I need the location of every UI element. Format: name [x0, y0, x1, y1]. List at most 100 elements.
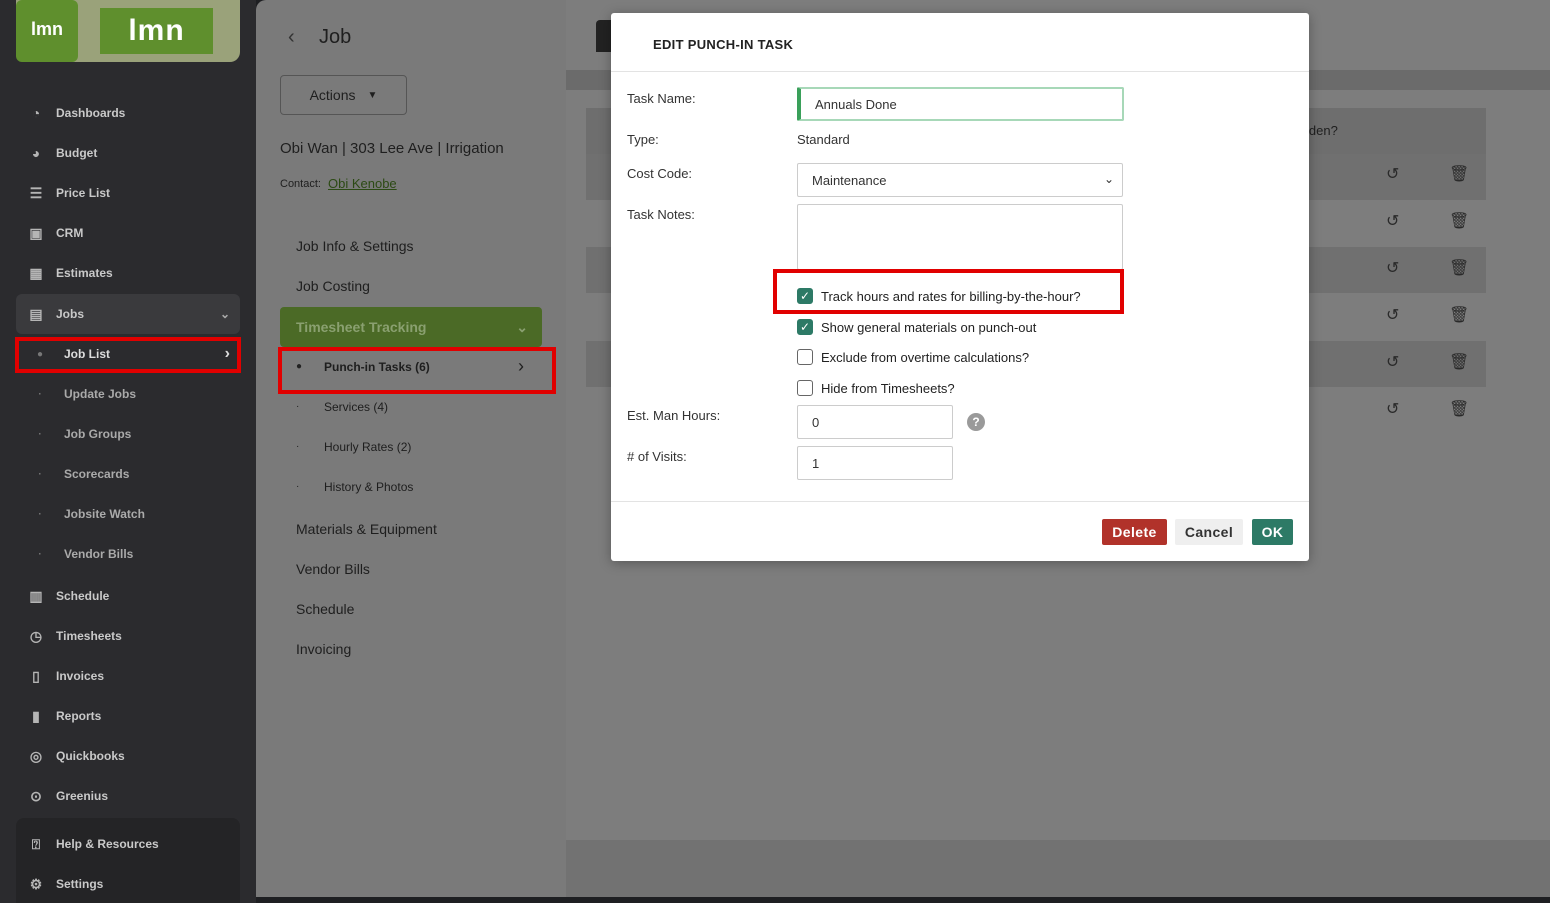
link-services[interactable]: Services (4) — [324, 400, 388, 414]
nav-label: Help & Resources — [56, 837, 159, 851]
task-name-input[interactable]: Annuals Done — [797, 87, 1124, 121]
help-question-icon[interactable]: ? — [967, 413, 985, 431]
bullet-icon: · — [296, 401, 300, 412]
nav-update-jobs[interactable]: · Update Jobs — [16, 375, 240, 413]
nav-label: Schedule — [56, 589, 110, 603]
cost-code-select[interactable]: Maintenance ⌄ — [797, 163, 1123, 197]
link-history-photos[interactable]: History & Photos — [324, 480, 413, 494]
highlight-box — [278, 347, 556, 394]
gear-icon: ⚙ — [29, 875, 43, 892]
contact-link[interactable]: Obi Kenobe — [328, 176, 397, 191]
type-label: Type: — [627, 132, 659, 147]
trash-icon[interactable]: 🗑 — [1449, 399, 1469, 419]
trash-icon[interactable]: 🗑 — [1449, 211, 1469, 231]
clock-icon: ◷ — [29, 627, 43, 644]
nav-invoices[interactable]: ▯ Invoices — [16, 656, 240, 696]
checkbox-unchecked-icon[interactable] — [797, 349, 813, 365]
nav-budget[interactable]: ◕ Budget — [16, 133, 240, 173]
nav-jobsite-watch[interactable]: · Jobsite Watch — [16, 495, 240, 533]
hide-timesheets-checkbox-row[interactable]: Hide from Timesheets? — [797, 380, 955, 396]
nav-help-resources[interactable]: ⍰ Help & Resources — [16, 824, 240, 864]
bullet-icon: · — [38, 508, 42, 520]
nav-dashboards[interactable]: ◔ Dashboards — [16, 93, 240, 133]
jobs-icon: ▤ — [29, 305, 43, 322]
history-icon[interactable]: ↺ — [1386, 352, 1399, 372]
nav-label: Scorecards — [64, 467, 130, 481]
history-icon[interactable]: ↺ — [1386, 211, 1399, 231]
nav-reports[interactable]: ▮ Reports — [16, 696, 240, 736]
chevron-down-icon: ⌄ — [219, 307, 230, 321]
link-vendor-bills[interactable]: Vendor Bills — [296, 561, 370, 577]
task-notes-textarea[interactable] — [797, 204, 1123, 270]
nav-estimates[interactable]: ▦ Estimates — [16, 253, 240, 293]
lmn-logo-small[interactable]: lmn — [16, 0, 78, 62]
trash-icon[interactable]: 🗑 — [1449, 352, 1469, 372]
quickbooks-icon: ◎ — [29, 747, 43, 764]
calculator-icon: ▦ — [29, 264, 43, 281]
nav-job-groups[interactable]: · Job Groups — [16, 415, 240, 453]
nav-quickbooks[interactable]: ◎ Quickbooks — [16, 736, 240, 776]
left-navigation: lmn lmn ◔ Dashboards ◕ Budget ☰ Price Li… — [0, 0, 256, 903]
checkbox-unchecked-icon[interactable] — [797, 380, 813, 396]
history-icon[interactable]: ↺ — [1386, 399, 1399, 419]
nav-jobs[interactable]: ▤ Jobs ⌄ — [16, 294, 240, 334]
history-icon[interactable]: ↺ — [1386, 258, 1399, 278]
nav-label: Price List — [56, 186, 111, 200]
nav-label: Jobsite Watch — [64, 507, 145, 521]
nav-vendor-bills[interactable]: · Vendor Bills — [16, 535, 240, 573]
nav-label: Job Groups — [64, 427, 132, 441]
nav-settings[interactable]: ⚙ Settings — [16, 864, 240, 903]
visits-input[interactable]: 1 — [797, 446, 953, 480]
actions-button[interactable]: Actions ▼ — [280, 75, 407, 115]
timesheet-tracking-section[interactable]: Timesheet Tracking ⌄ — [280, 307, 542, 347]
exclude-overtime-checkbox-row[interactable]: Exclude from overtime calculations? — [797, 349, 1029, 365]
cancel-button[interactable]: Cancel — [1175, 519, 1243, 545]
lmn-logo-large[interactable]: lmn — [100, 8, 213, 54]
link-schedule[interactable]: Schedule — [296, 601, 354, 617]
calendar-icon: ▥ — [29, 587, 43, 604]
background-footer — [566, 840, 1550, 897]
bullet-icon: · — [296, 481, 300, 492]
nav-timesheets[interactable]: ◷ Timesheets — [16, 616, 240, 656]
checkbox-label: Show general materials on punch-out — [821, 319, 1037, 335]
ok-button[interactable]: OK — [1252, 519, 1293, 545]
trash-icon[interactable]: 🗑 — [1449, 305, 1469, 325]
nav-price-list[interactable]: ☰ Price List — [16, 173, 240, 213]
history-icon[interactable]: ↺ — [1386, 305, 1399, 325]
link-job-costing[interactable]: Job Costing — [296, 278, 370, 294]
show-materials-checkbox-row[interactable]: ✓ Show general materials on punch-out — [797, 319, 1036, 335]
cost-code-value: Maintenance — [812, 172, 887, 188]
bullet-icon: · — [38, 428, 42, 440]
checkbox-checked-icon[interactable]: ✓ — [797, 319, 813, 335]
trash-icon[interactable]: 🗑 — [1449, 164, 1469, 184]
actions-label: Actions — [309, 87, 356, 103]
nav-label: Quickbooks — [56, 749, 125, 763]
nav-schedule[interactable]: ▥ Schedule — [16, 576, 240, 616]
nav-label: Vendor Bills — [64, 547, 134, 561]
type-value: Standard — [797, 132, 850, 147]
link-materials-equipment[interactable]: Materials & Equipment — [296, 521, 437, 537]
job-panel: ‹ Job Actions ▼ Obi Wan | 303 Lee Ave | … — [256, 0, 566, 897]
est-man-hours-input[interactable]: 0 — [797, 405, 953, 439]
link-job-info-settings[interactable]: Job Info & Settings — [296, 238, 414, 254]
dialog-title: EDIT PUNCH-IN TASK — [653, 37, 794, 52]
nav-crm[interactable]: ▣ CRM — [16, 213, 240, 253]
trash-icon[interactable]: 🗑 — [1449, 258, 1469, 278]
history-icon[interactable]: ↺ — [1386, 164, 1399, 184]
delete-button[interactable]: Delete — [1102, 519, 1167, 545]
back-arrow-icon[interactable]: ‹ — [288, 26, 295, 49]
bullet-icon: · — [38, 468, 42, 480]
nav-label: CRM — [56, 226, 84, 240]
nav-label: Estimates — [56, 266, 113, 280]
dashboard-icon: ◔ — [31, 105, 41, 121]
column-header-partial: lden? — [1306, 123, 1338, 138]
pie-chart-icon: ◕ — [31, 145, 41, 161]
link-hourly-rates[interactable]: Hourly Rates (2) — [324, 440, 411, 454]
help-icon: ⍰ — [31, 835, 41, 852]
link-invoicing[interactable]: Invoicing — [296, 641, 351, 657]
nav-scorecards[interactable]: · Scorecards — [16, 455, 240, 493]
play-circle-icon: ⊙ — [30, 787, 42, 804]
nav-greenius[interactable]: ⊙ Greenius — [16, 776, 240, 816]
nav-label: Budget — [56, 146, 98, 160]
nav-label: Update Jobs — [64, 387, 137, 401]
